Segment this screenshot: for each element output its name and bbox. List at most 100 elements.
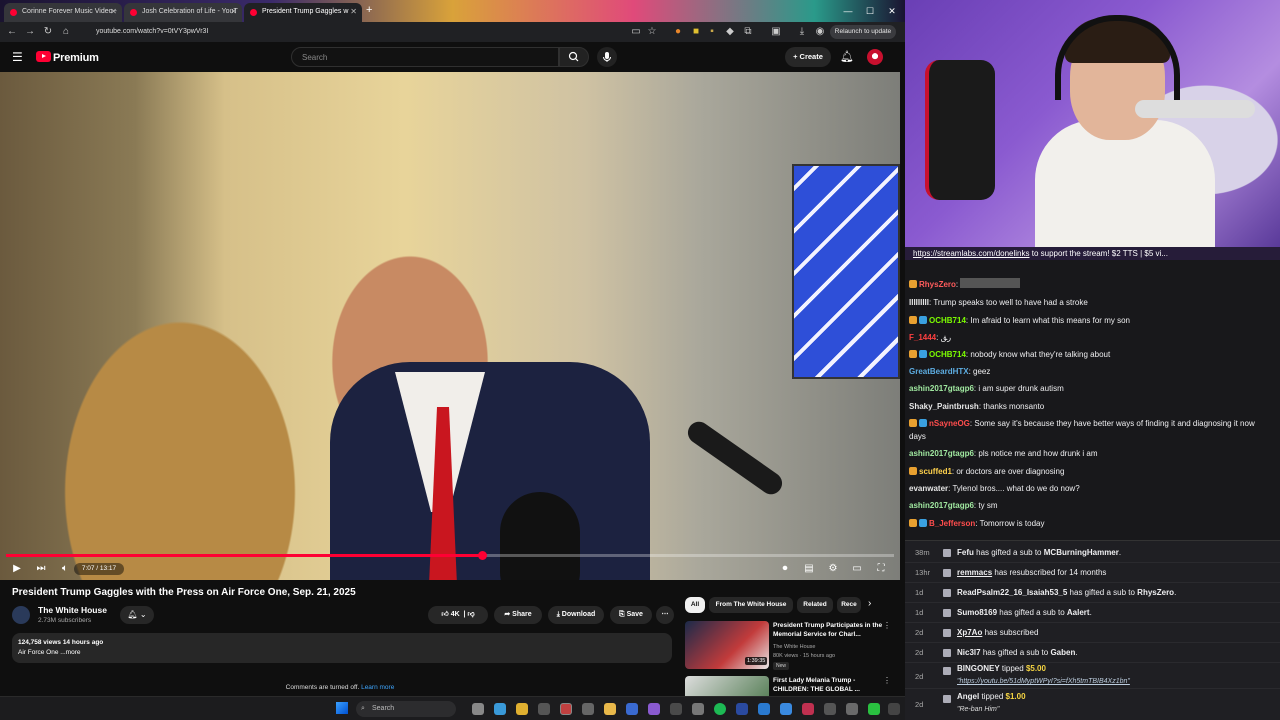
extension-icon[interactable]: ▪ (706, 26, 718, 38)
chip-related[interactable]: Related (797, 597, 833, 613)
chat-username[interactable]: nSayneOG (929, 419, 970, 428)
app-icon[interactable] (758, 703, 770, 715)
app-icon[interactable] (736, 703, 748, 715)
reload-icon[interactable]: ↻ (42, 26, 54, 38)
file-explorer-icon[interactable] (604, 703, 616, 715)
more-actions-icon[interactable]: ⋯ (656, 606, 674, 624)
edge-browser-icon[interactable] (494, 703, 506, 715)
play-icon[interactable]: ▶ (10, 562, 24, 576)
tab-3-active[interactable]: President Trump Gaggles w ✕ (244, 3, 362, 22)
autoplay-toggle-icon[interactable]: ⏺ (776, 562, 794, 576)
learn-more-link[interactable]: Learn more (361, 684, 394, 691)
app-icon[interactable] (648, 703, 660, 715)
app-icon[interactable] (824, 703, 836, 715)
extension-icon[interactable]: ◆ (724, 26, 736, 38)
chat-username[interactable]: B_Jefferson (929, 519, 975, 528)
app-icon[interactable] (888, 703, 900, 715)
download-button[interactable]: ⤓ Download (548, 606, 604, 624)
recommended-title[interactable]: President Trump Participates in the Memo… (773, 621, 883, 639)
download-icon[interactable]: ⤓ (796, 26, 808, 38)
chat-username[interactable]: OCHB714 (929, 316, 966, 325)
like-dislike-group[interactable]: 👍︎ 4K | 👎︎ (428, 606, 488, 624)
maximize-icon[interactable]: ☐ (860, 3, 880, 19)
recommended-video[interactable]: First Lady Melania Trump - CHILDREN: THE… (685, 676, 895, 696)
chat-username[interactable]: Shaky_Paintbrush (909, 402, 979, 411)
app-icon[interactable] (692, 703, 704, 715)
chips-next-chevron-icon[interactable]: › (868, 598, 871, 609)
event-user[interactable]: BINGONEY (957, 664, 1000, 673)
notifications-bell-icon[interactable]: 🔔︎ (840, 50, 854, 63)
search-input[interactable]: Search (291, 47, 559, 67)
app-icon[interactable] (780, 703, 792, 715)
event-user[interactable]: ReadPsalm22_16_Isaiah53_5 (957, 588, 1067, 597)
cast-icon[interactable]: ▭ (630, 26, 642, 38)
new-tab-icon[interactable]: + (366, 4, 372, 16)
chat-username[interactable]: F_1444 (909, 333, 936, 342)
chat-username[interactable]: GreatBeardHTX (909, 367, 969, 376)
share-button[interactable]: ➦ Share (494, 606, 542, 624)
event-user[interactable]: Fefu (957, 548, 974, 557)
chat-username[interactable]: evanwater (909, 484, 948, 493)
description-box[interactable]: 124,758 views 14 hours ago Air Force One… (12, 633, 672, 663)
save-button[interactable]: ⎘ Save (610, 606, 652, 624)
chrome-browser-icon[interactable] (516, 703, 528, 715)
event-user[interactable]: Nic3l7 (957, 648, 981, 657)
channel-name[interactable]: The White House (38, 605, 107, 615)
chat-username[interactable]: RhysZero (919, 280, 956, 289)
taskbar-search[interactable]: ⌕ Search (356, 701, 456, 717)
chat-username[interactable]: IIIIIIIII (909, 298, 929, 307)
fullscreen-icon[interactable]: ⛶ (874, 562, 888, 576)
app-icon[interactable] (538, 703, 550, 715)
recording-app-icon[interactable] (560, 703, 572, 715)
theater-mode-icon[interactable]: ▭ (850, 562, 864, 576)
search-button[interactable] (559, 47, 589, 67)
settings-gear-icon[interactable]: ⚙ (826, 562, 840, 576)
minimize-icon[interactable]: — (838, 3, 858, 19)
account-avatar[interactable] (867, 49, 883, 65)
hamburger-menu-icon[interactable]: ☰ (12, 50, 23, 64)
captions-icon[interactable]: ▤ (802, 562, 816, 576)
app-icon[interactable] (868, 703, 880, 715)
tab-1[interactable]: Corinne Forever Music Video - ✕ (4, 3, 122, 22)
voice-search-button[interactable] (597, 47, 617, 67)
more-options-icon[interactable]: ⋮ (883, 676, 891, 685)
extension-icon[interactable]: ■ (690, 26, 702, 38)
app-icon[interactable] (802, 703, 814, 715)
app-icon[interactable] (670, 703, 682, 715)
back-icon[interactable]: ← (6, 26, 18, 38)
app-icon[interactable] (846, 703, 858, 715)
forward-icon[interactable]: → (24, 26, 36, 38)
chip-all[interactable]: All (685, 597, 705, 613)
tab-2[interactable]: Josh Celebration of Life - YouT ✕ (124, 3, 242, 22)
thumbs-down-icon[interactable]: 👎︎ (467, 611, 474, 618)
create-button[interactable]: + Create (785, 47, 831, 67)
more-options-icon[interactable]: ⋮ (883, 621, 891, 630)
volume-icon[interactable]: 🔈︎ (58, 562, 72, 576)
chat-username[interactable]: scuffed1 (919, 467, 952, 476)
chat-username[interactable]: ashin2017gtagp6 (909, 384, 974, 393)
task-view-icon[interactable] (472, 703, 484, 715)
bookmark-star-icon[interactable]: ☆ (646, 26, 658, 38)
youtube-premium-logo[interactable]: Premium (36, 51, 99, 64)
event-user[interactable]: Angel (957, 692, 979, 701)
split-view-icon[interactable]: ▣ (770, 26, 782, 38)
close-window-icon[interactable]: ✕ (882, 3, 902, 19)
progress-scrubber-handle[interactable] (477, 551, 487, 560)
chat-username[interactable]: ashin2017gtagp6 (909, 501, 974, 510)
recommended-channel[interactable]: The White House (773, 644, 816, 650)
chip-from-the-white-house[interactable]: From The White House (709, 597, 793, 613)
close-tab-icon[interactable]: ✕ (350, 7, 357, 16)
tip-message[interactable]: "https://youtu.be/51dMyptWPyI?si=fXh5tmT… (957, 677, 1130, 687)
url-field[interactable]: youtube.com/watch?v=0tVY3pwVr3I (80, 25, 660, 39)
chat-username[interactable]: OCHB714 (929, 350, 966, 359)
thumbs-up-icon[interactable]: 👍︎ (441, 611, 448, 618)
app-icon[interactable] (626, 703, 638, 715)
chip-recent[interactable]: Rece (837, 597, 861, 613)
recommended-video[interactable]: 1:39:35 President Trump Participates in … (685, 621, 895, 673)
close-tab-icon[interactable]: ✕ (110, 7, 117, 16)
extensions-puzzle-icon[interactable]: ⧉ (742, 26, 754, 38)
video-thumbnail[interactable] (685, 676, 769, 696)
event-user[interactable]: Xp7Ao (957, 628, 982, 637)
spotify-icon[interactable] (714, 703, 726, 715)
recommended-title[interactable]: First Lady Melania Trump - CHILDREN: THE… (773, 676, 883, 694)
